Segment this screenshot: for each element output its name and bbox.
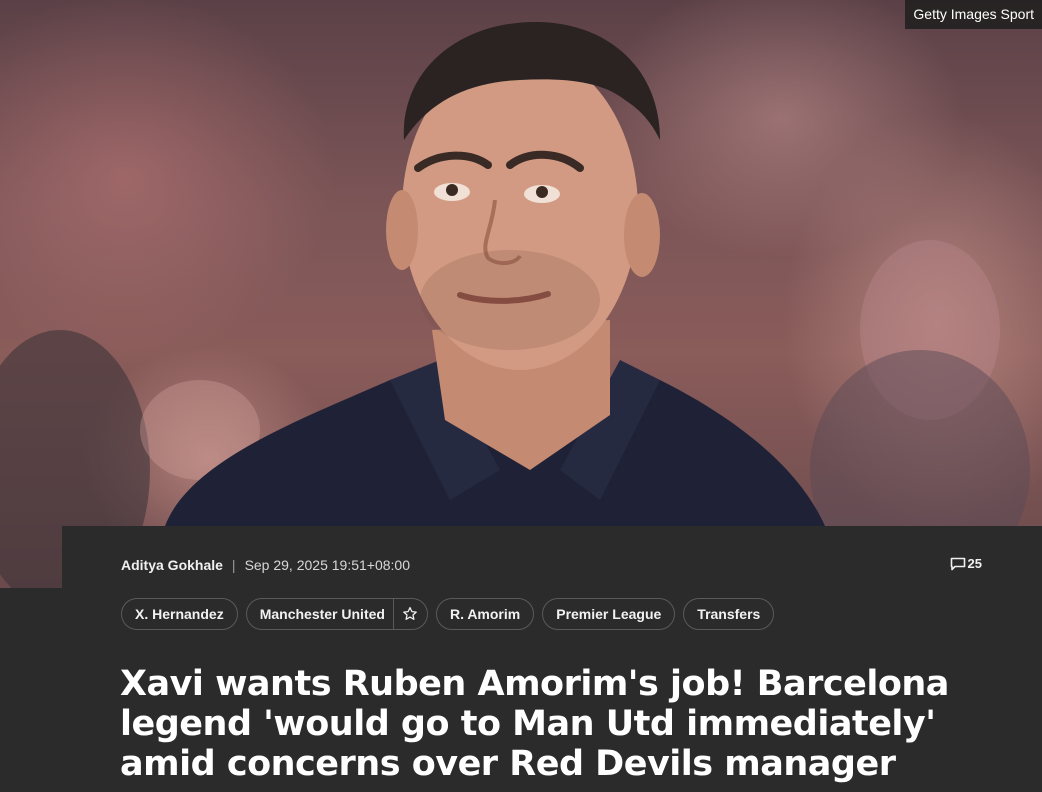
article-header-card: Aditya Gokhale | Sep 29, 2025 19:51+08:0… <box>62 526 1042 792</box>
tag-label: Premier League <box>556 606 662 622</box>
article-headline: Xavi wants Ruben Amorim's job! Barcelona… <box>120 664 949 784</box>
hero-image: Getty Images Sport <box>0 0 1042 588</box>
comment-count: 25 <box>967 556 982 571</box>
publish-timestamp: Sep 29, 2025 19:51+08:00 <box>244 557 410 573</box>
tag-label: R. Amorim <box>449 606 521 622</box>
tag-premier-league[interactable]: Premier League <box>542 598 676 630</box>
portrait-photo <box>0 21 1030 588</box>
tag-list: X. Hernandez Manchester United R. Amorim… <box>121 598 775 630</box>
tag-transfers[interactable]: Transfers <box>683 598 775 630</box>
tag-x-hernandez[interactable]: X. Hernandez <box>121 598 238 630</box>
byline-separator: | <box>231 557 236 573</box>
comment-icon <box>950 557 965 570</box>
tag-label: Manchester United <box>259 606 385 622</box>
comments-link[interactable]: 25 <box>950 556 982 571</box>
tag-r-amorim[interactable]: R. Amorim <box>435 598 535 630</box>
star-icon <box>403 606 417 620</box>
tag-label: Transfers <box>697 606 761 622</box>
article-page: Getty Images Sport Aditya Gokhale | Sep … <box>0 0 1042 792</box>
tag-manchester-united[interactable]: Manchester United <box>245 598 428 630</box>
byline: Aditya Gokhale | Sep 29, 2025 19:51+08:0… <box>121 557 410 573</box>
photo-credit: Getty Images Sport <box>905 0 1042 29</box>
follow-star-button[interactable] <box>392 599 427 629</box>
tag-label: X. Hernandez <box>135 606 224 622</box>
author-name[interactable]: Aditya Gokhale <box>121 557 223 573</box>
